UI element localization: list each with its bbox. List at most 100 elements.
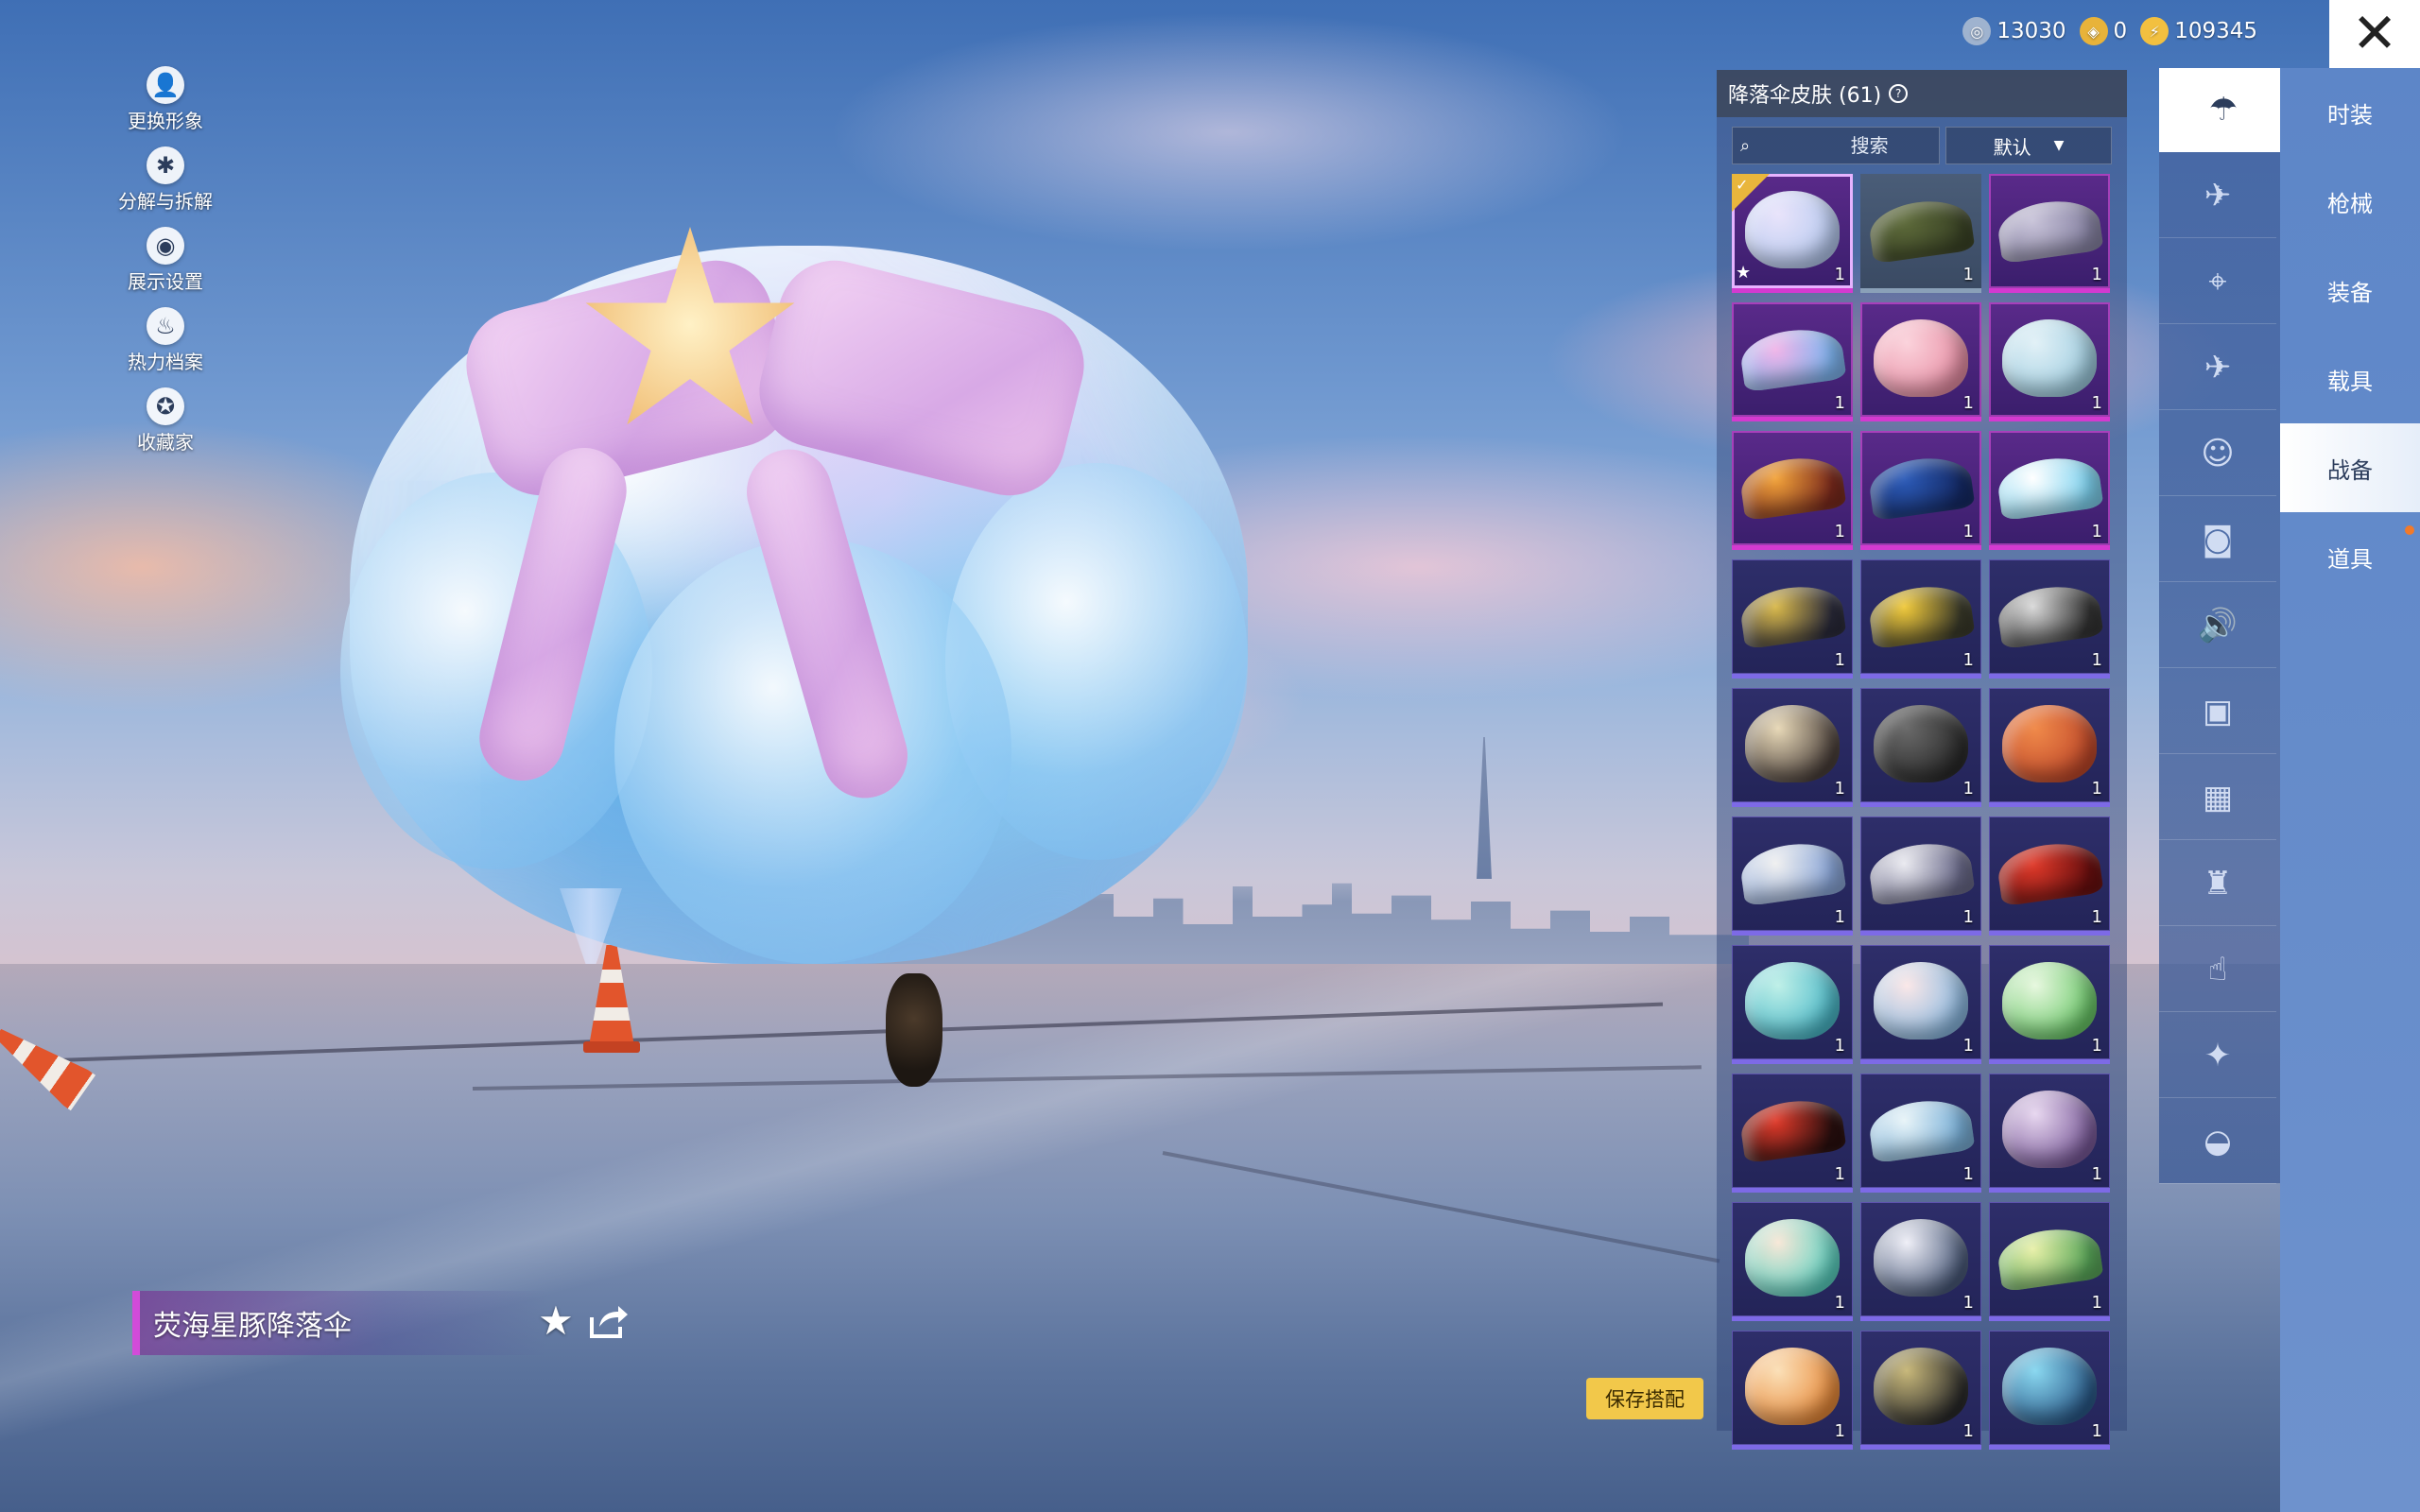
item-count: 1 <box>1962 522 1974 541</box>
skin-item[interactable]: 1 <box>1989 431 2110 550</box>
skin-item[interactable]: 1 <box>1860 688 1981 807</box>
spray-icon: ♜ <box>2203 865 2233 902</box>
eye-icon: ◉ <box>147 227 184 265</box>
skin-thumbnail <box>1737 452 1847 522</box>
subcategory-tab-glider[interactable]: ✈ <box>2159 154 2276 238</box>
search-box[interactable]: ⌕ <box>1732 127 1990 164</box>
skin-item[interactable]: 1 <box>1989 945 2110 1064</box>
skin-item[interactable]: 1 <box>1860 431 1981 550</box>
subcategory-tab-drone[interactable]: ⌖ <box>2159 240 2276 324</box>
item-count: 1 <box>1834 1293 1845 1313</box>
subcategory-tab-parachute[interactable]: ☂ <box>2159 68 2282 152</box>
skin-thumbnail <box>2002 962 2097 1040</box>
skin-item[interactable]: 1 <box>1732 816 1853 936</box>
skin-item[interactable]: 1 <box>1732 431 1853 550</box>
skin-item[interactable]: 1 <box>1860 945 1981 1064</box>
item-count: 1 <box>2091 650 2102 670</box>
close-button[interactable]: ✕ <box>2329 0 2420 68</box>
skin-item[interactable]: 1 <box>1989 174 2110 293</box>
skin-item[interactable]: 1 <box>1732 688 1853 807</box>
subcategory-tab-speaker[interactable]: 🔊 <box>2159 584 2276 668</box>
share-button[interactable] <box>588 1302 630 1340</box>
skin-thumbnail <box>1995 580 2104 650</box>
skin-item[interactable]: 1 <box>1989 688 2110 807</box>
search-icon: ⌕ <box>1740 135 1751 156</box>
parachute-icon: ☂ <box>2208 91 2238 129</box>
skin-item[interactable]: 1 <box>1860 1074 1981 1193</box>
subcategory-tab-pan[interactable]: ◒ <box>2159 1100 2276 1184</box>
subcategory-tab-gallery[interactable]: ▦ <box>2159 756 2276 840</box>
favorite-star-icon: ★ <box>1736 263 1752 283</box>
skin-item[interactable]: 1 <box>1860 1202 1981 1321</box>
skin-item[interactable]: 1 <box>1732 945 1853 1064</box>
skin-item[interactable]: 1 <box>1732 302 1853 421</box>
category-tab[interactable]: 载具 <box>2280 335 2420 423</box>
skin-item[interactable]: 1 <box>1860 559 1981 679</box>
item-count: 1 <box>1834 393 1845 413</box>
subcategory-tab-chat-bubble[interactable]: ▣ <box>2159 670 2276 754</box>
skin-thumbnail <box>1737 323 1847 393</box>
subcategory-tab-robot[interactable]: ◙ <box>2159 498 2276 582</box>
subcategory-tab-plane[interactable]: ✈ <box>2159 326 2276 410</box>
skin-item[interactable]: 1 <box>1860 816 1981 936</box>
sort-dropdown[interactable]: 默认 ▼ <box>1945 127 2112 164</box>
category-tab[interactable]: 战备 <box>2280 423 2420 512</box>
skin-item[interactable]: 1 <box>1732 1074 1853 1193</box>
category-tab[interactable]: 枪械 <box>2280 157 2420 246</box>
glider-icon: ✈ <box>2204 177 2232 215</box>
skin-item[interactable]: 1 <box>1860 302 1981 421</box>
save-outfit-button[interactable]: 保存搭配 <box>1586 1378 1703 1419</box>
skin-thumbnail <box>1866 195 1976 265</box>
skin-thumbnail <box>2002 319 2097 397</box>
favorite-star-button[interactable]: ★ <box>534 1299 578 1343</box>
gold-token-icon: ◈ <box>2079 17 2108 45</box>
skin-thumbnail <box>1995 452 2104 522</box>
skin-item[interactable]: 1 <box>1989 559 2110 679</box>
silver-coin-icon: ◎ <box>1962 17 1992 45</box>
skin-item[interactable]: 1 <box>1732 559 1853 679</box>
skin-item[interactable]: 1 <box>1989 1331 2110 1450</box>
left-menu-label: 分解与拆解 <box>118 190 213 213</box>
left-menu-item[interactable]: ✪ 收藏家 <box>109 387 222 455</box>
currency-value: 13030 <box>1996 19 2066 43</box>
category-tab[interactable]: 道具 <box>2280 512 2420 601</box>
panel-title: 降落伞皮肤 (61) <box>1728 84 1882 108</box>
left-menu-item[interactable]: ✱ 分解与拆解 <box>109 146 222 214</box>
item-count: 1 <box>2091 1036 2102 1056</box>
magic-wand-icon: ✦ <box>2204 1037 2232 1074</box>
skin-item[interactable]: 1 <box>1860 174 1981 293</box>
skin-item[interactable]: 1 ✓ ★ <box>1732 174 1853 293</box>
left-menu-item[interactable]: ◉ 展示设置 <box>109 227 222 294</box>
skin-item[interactable]: 1 <box>1732 1331 1853 1450</box>
category-tab[interactable]: 时装 <box>2280 68 2420 157</box>
category-column: 时装 枪械 装备 载具 战备 道具 <box>2280 68 2420 1512</box>
left-menu-item[interactable]: 👤 更换形象 <box>109 66 222 133</box>
item-count: 1 <box>1962 265 1974 284</box>
left-menu: 👤 更换形象 ✱ 分解与拆解 ◉ 展示设置 ♨ 热力档案 ✪ 收藏家 <box>109 66 222 468</box>
skin-item[interactable]: 1 <box>1989 816 2110 936</box>
skin-thumbnail <box>1995 837 2104 907</box>
skin-item[interactable]: 1 <box>1989 302 2110 421</box>
subcategory-tab-magic-wand[interactable]: ✦ <box>2159 1014 2276 1098</box>
currency-value: 0 <box>2113 19 2128 43</box>
skin-item[interactable]: 1 <box>1732 1202 1853 1321</box>
skin-thumbnail <box>1874 319 1968 397</box>
currency-item[interactable]: ⚡ 109345 <box>2140 17 2257 45</box>
left-menu-label: 更换形象 <box>128 110 203 132</box>
left-menu-item[interactable]: ♨ 热力档案 <box>109 307 222 374</box>
skin-item[interactable]: 1 <box>1989 1074 2110 1193</box>
skin-item[interactable]: 1 <box>1860 1331 1981 1450</box>
skin-thumbnail <box>2002 705 2097 782</box>
item-count: 1 <box>1962 779 1974 799</box>
subcategory-tab-spray[interactable]: ♜ <box>2159 842 2276 926</box>
subcategory-tab-tap-effect[interactable]: ☝ <box>2159 928 2276 1012</box>
item-count: 1 <box>1834 1164 1845 1184</box>
skin-thumbnail <box>1737 580 1847 650</box>
currency-item[interactable]: ◎ 13030 <box>1962 17 2066 45</box>
subcategory-tab-emote-face[interactable]: ☺ <box>2159 412 2276 496</box>
category-tab[interactable]: 装备 <box>2280 246 2420 335</box>
skin-thumbnail <box>2002 1091 2097 1168</box>
help-icon[interactable]: ? <box>1889 84 1909 103</box>
skin-item[interactable]: 1 <box>1989 1202 2110 1321</box>
currency-item[interactable]: ◈ 0 <box>2079 17 2128 45</box>
